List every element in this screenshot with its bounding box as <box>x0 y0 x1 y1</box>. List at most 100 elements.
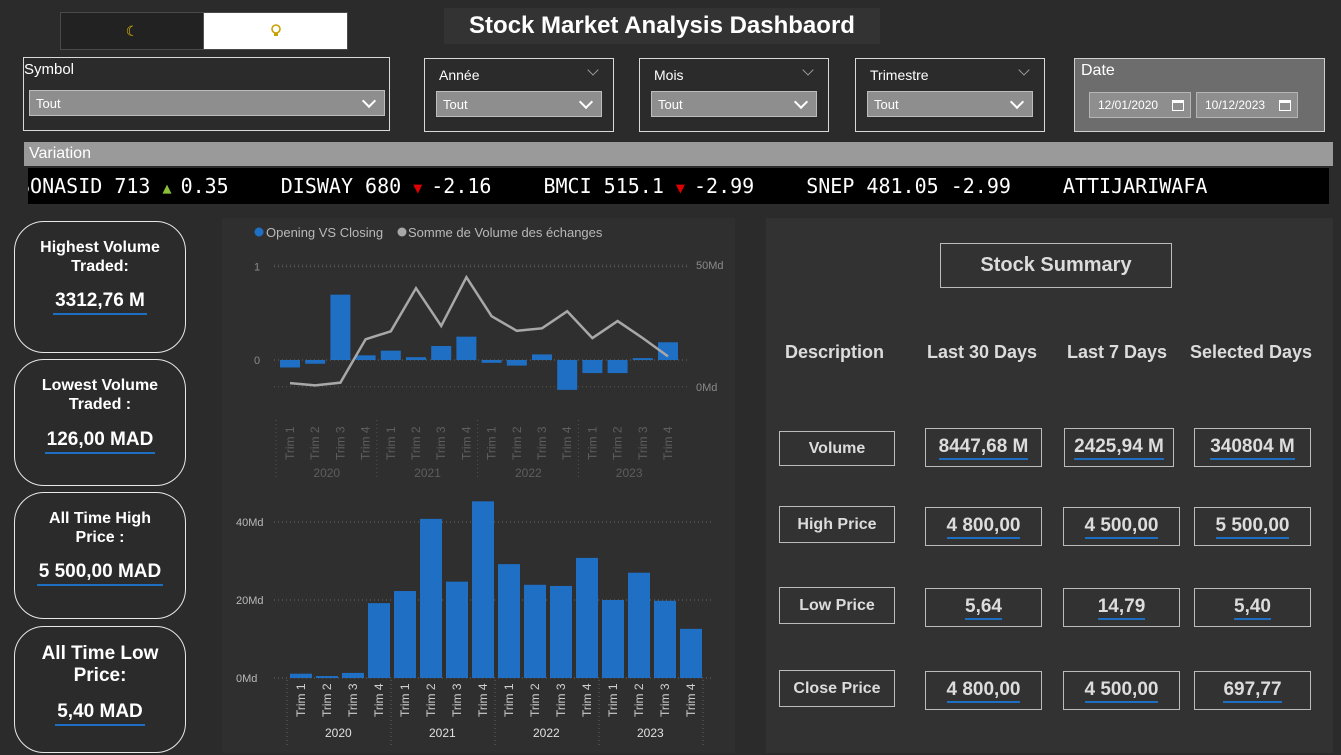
bar <box>456 336 477 360</box>
chevron-down-icon[interactable] <box>1018 64 1030 76</box>
bar <box>524 584 546 678</box>
cell-high-30d: 4 800,00 <box>925 507 1042 546</box>
cell-value: 14,79 <box>1097 596 1146 620</box>
ticker-item: SONASID 713 ▲ 0.35 <box>28 168 229 204</box>
lowest-volume-card: Lowest Volume Traded : 126,00 MAD <box>14 359 186 486</box>
moon-icon: ☾ <box>125 22 139 39</box>
bar <box>280 360 300 368</box>
x-tick-label: Trim 2 <box>308 426 322 460</box>
ticker-symbol: SNEP 481.05 <box>806 174 951 198</box>
x-tick-label: Trim 2 <box>611 426 625 460</box>
cell-close-selected: 697,77 <box>1194 671 1311 710</box>
theme-toggle: ☾ <box>60 12 348 50</box>
x-tick-label: Trim 4 <box>372 683 386 717</box>
x-group-label: 2021 <box>429 726 456 740</box>
end-date-input[interactable]: 10/12/2023 <box>1196 92 1298 118</box>
cell-low-7d: 14,79 <box>1063 588 1180 627</box>
stock-summary-title: Stock Summary <box>940 243 1172 288</box>
all-time-low-card: All Time Low Price: 5,40 MAD <box>14 626 186 753</box>
all-time-high-value: 5 500,00 MAD <box>36 561 164 586</box>
highest-volume-value: 3312,76 M <box>53 290 147 315</box>
y-tick-label: 0 <box>254 355 260 367</box>
ticker-symbol: DISWAY 680 <box>280 174 414 198</box>
chevron-down-icon[interactable] <box>802 64 814 76</box>
x-tick-label: Trim 2 <box>320 683 334 717</box>
header-selected-days: Selected Days <box>1190 342 1313 362</box>
x-tick-label: Trim 1 <box>502 683 516 717</box>
row-label-volume: Volume <box>779 431 895 466</box>
bar <box>628 572 650 678</box>
y-tick-label: 20Md <box>236 595 264 607</box>
start-date-input[interactable]: 12/01/2020 <box>1089 92 1191 118</box>
bar <box>290 673 312 678</box>
y-tick-label: 40Md <box>236 517 264 529</box>
bar <box>342 672 364 678</box>
bar <box>355 355 376 360</box>
trimestre-dropdown-value: Tout <box>874 96 899 112</box>
cell-value: 5 500,00 <box>1215 515 1290 539</box>
ticker-symbol: SONASID 713 <box>28 174 163 198</box>
x-tick-label: Trim 3 <box>636 426 650 460</box>
all-time-high-card: All Time High Price : 5 500,00 MAD <box>14 492 186 619</box>
chevron-down-icon[interactable] <box>587 64 599 76</box>
cell-volume-7d: 2425,94 M <box>1064 428 1174 467</box>
x-tick-label: Trim 3 <box>554 683 568 717</box>
bar <box>607 360 628 374</box>
symbol-dropdown[interactable]: Tout <box>29 90 385 116</box>
x-tick-label: Trim 3 <box>434 426 448 460</box>
x-group-label: 2020 <box>325 726 352 740</box>
bar <box>532 354 552 360</box>
cell-volume-30d: 8447,68 M <box>925 428 1042 467</box>
annee-slicer-label: Année <box>439 67 480 83</box>
cell-close-30d: 4 800,00 <box>925 671 1042 710</box>
x-group-label: 2023 <box>637 726 664 740</box>
end-date-value: 10/12/2023 <box>1205 98 1266 112</box>
cell-low-30d: 5,64 <box>925 588 1042 627</box>
x-tick-label: Trim 4 <box>580 683 594 717</box>
up-arrow-icon: ▲ <box>162 179 181 197</box>
legend-bar-marker <box>254 227 264 237</box>
legend-item: Opening VS Closing <box>266 225 383 240</box>
x-tick-label: Trim 1 <box>283 426 297 460</box>
cell-high-selected: 5 500,00 <box>1194 507 1311 546</box>
legend-item: Somme de Volume des échanges <box>408 225 603 240</box>
light-mode-button[interactable] <box>204 13 347 49</box>
dark-mode-button[interactable]: ☾ <box>61 13 204 49</box>
all-time-high-label: All Time High Price : <box>49 510 151 546</box>
x-group-label: 2023 <box>616 466 643 480</box>
highest-volume-card: Highest Volume Traded: 3312,76 M <box>14 221 186 353</box>
bar <box>680 628 702 678</box>
ticker-change: 0.35 <box>180 174 229 198</box>
x-tick-label: Trim 3 <box>333 426 347 460</box>
variation-header: Variation <box>24 142 1333 166</box>
chevron-down-icon <box>361 93 377 108</box>
cell-high-7d: 4 500,00 <box>1063 507 1180 546</box>
y-tick-label: 1 <box>254 262 260 274</box>
bar <box>420 518 442 678</box>
x-tick-label: Trim 4 <box>359 426 373 460</box>
trimestre-dropdown[interactable]: Tout <box>867 91 1033 117</box>
x-tick-label: Trim 3 <box>658 683 672 717</box>
bar <box>316 676 338 678</box>
annee-dropdown[interactable]: Tout <box>436 91 602 117</box>
ticker-item: SNEP 481.05 -2.99 <box>806 168 1011 204</box>
cell-close-7d: 4 500,00 <box>1063 671 1180 710</box>
bar <box>472 501 494 678</box>
symbol-slicer: Symbol Tout <box>23 57 390 131</box>
legend-line-marker <box>397 227 407 237</box>
x-tick-label: Trim 1 <box>398 683 412 717</box>
chevron-down-icon <box>793 94 809 109</box>
ticker-symbol: BMCI 515.1 <box>543 174 676 198</box>
bar <box>368 603 390 678</box>
x-tick-label: Trim 4 <box>459 426 473 460</box>
cell-value: 5,64 <box>965 596 1002 620</box>
y-tick-label: 0Md <box>236 673 257 685</box>
x-tick-label: Trim 2 <box>528 683 542 717</box>
cell-volume-selected: 340804 M <box>1194 428 1311 467</box>
mois-dropdown[interactable]: Tout <box>651 91 817 117</box>
cell-value: 4 500,00 <box>1084 515 1159 539</box>
bar <box>557 360 578 390</box>
bar <box>431 346 452 360</box>
x-group-label: 2022 <box>515 466 542 480</box>
bar <box>481 360 502 363</box>
